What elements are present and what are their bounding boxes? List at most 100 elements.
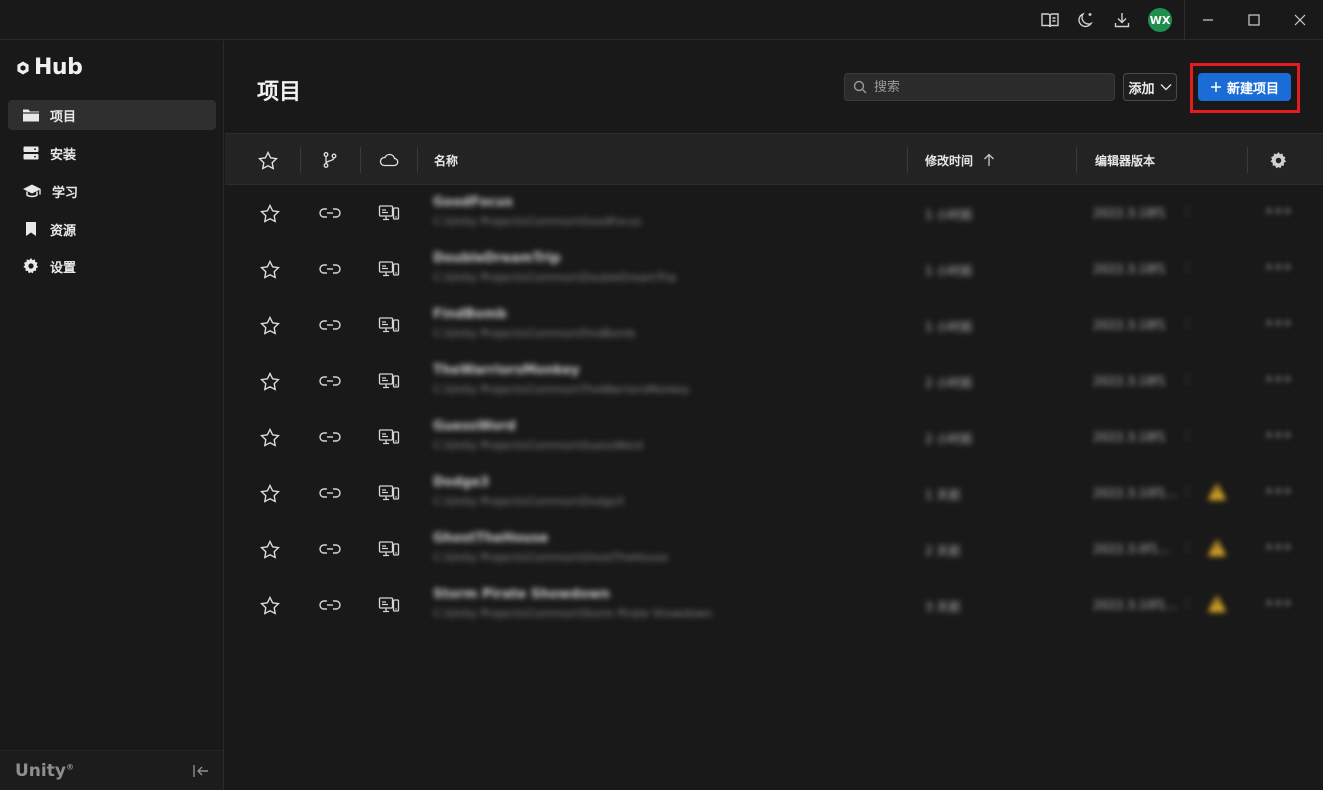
column-settings-icon[interactable] <box>1269 134 1288 186</box>
more-options-icon[interactable]: ••• <box>1265 596 1293 612</box>
add-button[interactable]: 添加 <box>1123 73 1177 101</box>
name-column-header[interactable]: 名称 <box>434 134 458 186</box>
project-name: GoodFocus <box>433 195 513 210</box>
close-icon[interactable] <box>1277 0 1323 40</box>
more-options-icon[interactable]: ••• <box>1265 260 1293 276</box>
table-row[interactable]: Storm Pirate Showdown C:\Unity Projects\… <box>225 578 1323 634</box>
unlinked-icon[interactable] <box>317 368 343 394</box>
collapse-sidebar-icon[interactable] <box>190 761 212 781</box>
favorite-star-icon[interactable] <box>257 368 283 394</box>
unlinked-icon[interactable] <box>317 480 343 506</box>
gear-icon <box>23 258 39 274</box>
editor-version[interactable]: 2022.3.18f1 <box>1093 262 1166 276</box>
table-row[interactable]: Dodge3 C:\Unity Projects\Common\Dodge3 1… <box>225 466 1323 522</box>
modified-time: 3 天前 <box>925 600 961 614</box>
column-divider <box>1076 147 1077 173</box>
editor-version-column-header[interactable]: 编辑器版本 <box>1095 134 1155 186</box>
unity-brand: Unity® <box>15 761 74 781</box>
unity-logo-icon <box>17 61 29 74</box>
unlinked-icon[interactable] <box>317 592 343 618</box>
platform-icon <box>376 424 402 450</box>
sidebar-item-installs[interactable]: 安装 <box>8 138 216 168</box>
project-path: C:\Unity Projects\Common\GhostTheHouse <box>433 551 669 564</box>
version-dropdown-icon[interactable]: ⋮ <box>1181 316 1193 330</box>
favorite-star-icon[interactable] <box>257 256 283 282</box>
user-avatar[interactable]: WX <box>1148 8 1172 32</box>
table-row[interactable]: GuessWord C:\Unity Projects\Common\Guess… <box>225 410 1323 466</box>
editor-version[interactable]: 2022.3.18f1 <box>1093 374 1166 388</box>
cloud-column-header[interactable] <box>379 134 399 186</box>
sidebar-item-label: 设置 <box>50 260 77 276</box>
search-icon <box>853 80 867 94</box>
download-icon[interactable] <box>1110 8 1134 32</box>
unlinked-icon[interactable] <box>317 200 343 226</box>
table-row[interactable]: FindBomb C:\Unity Projects\Common\FindBo… <box>225 298 1323 354</box>
more-options-icon[interactable]: ••• <box>1265 204 1293 220</box>
more-options-icon[interactable]: ••• <box>1265 540 1293 556</box>
column-divider <box>1247 147 1248 173</box>
table-row[interactable]: DoubleDreamTrip C:\Unity Projects\Common… <box>225 242 1323 298</box>
gear-icon <box>1270 151 1287 168</box>
sidebar-item-projects[interactable]: 项目 <box>8 100 216 130</box>
more-options-icon[interactable]: ••• <box>1265 428 1293 444</box>
logo-text: Hub <box>34 55 83 80</box>
favorite-star-icon[interactable] <box>257 312 283 338</box>
editor-version[interactable]: 2022.3.10f1... <box>1093 486 1177 500</box>
version-dropdown-icon[interactable]: ⋮ <box>1181 484 1193 498</box>
version-dropdown-icon[interactable]: ⋮ <box>1181 204 1193 218</box>
version-dropdown-icon[interactable]: ⋮ <box>1181 372 1193 386</box>
cloud-icon <box>379 153 399 167</box>
column-divider <box>360 147 361 173</box>
favorite-star-icon[interactable] <box>257 200 283 226</box>
favorite-star-icon[interactable] <box>257 592 283 618</box>
version-dropdown-icon[interactable]: ⋮ <box>1181 428 1193 442</box>
page-title: 项目 <box>257 80 302 105</box>
more-options-icon[interactable]: ••• <box>1265 372 1293 388</box>
platform-icon <box>376 480 402 506</box>
maximize-icon[interactable] <box>1231 0 1277 40</box>
sidebar-item-settings[interactable]: 设置 <box>8 251 216 281</box>
unlinked-icon[interactable] <box>317 424 343 450</box>
modified-time: 2 小时前 <box>925 376 973 390</box>
table-row[interactable]: GoodFocus C:\Unity Projects\Common\GoodF… <box>225 186 1323 242</box>
favorite-star-icon[interactable] <box>257 480 283 506</box>
favorite-star-icon[interactable] <box>257 536 283 562</box>
more-options-icon[interactable]: ••• <box>1265 484 1293 500</box>
table-row[interactable]: TheWarriorsMonkey C:\Unity Projects\Comm… <box>225 354 1323 410</box>
editor-version[interactable]: 2022.3.10f1... <box>1093 598 1177 612</box>
unlinked-icon[interactable] <box>317 256 343 282</box>
hub-logo: Hub <box>16 55 83 80</box>
project-name: GuessWord <box>433 419 516 434</box>
moon-icon[interactable] <box>1074 8 1098 32</box>
project-name: Storm Pirate Showdown <box>433 587 610 602</box>
new-project-button[interactable]: 新建项目 <box>1198 73 1291 101</box>
platform-icon <box>376 368 402 394</box>
favorite-star-icon[interactable] <box>257 424 283 450</box>
editor-version[interactable]: 2022.3.18f1 <box>1093 318 1166 332</box>
more-options-icon[interactable]: ••• <box>1265 316 1293 332</box>
editor-version[interactable]: 2022.3.18f1 <box>1093 206 1166 220</box>
editor-version[interactable]: 2022.3.18f1 <box>1093 430 1166 444</box>
branch-column-header[interactable] <box>321 134 339 186</box>
search-input[interactable] <box>874 79 1094 95</box>
version-dropdown-icon[interactable]: ⋮ <box>1181 260 1193 274</box>
unlinked-icon[interactable] <box>317 536 343 562</box>
book-icon[interactable] <box>1038 8 1062 32</box>
version-dropdown-icon[interactable]: ⋮ <box>1181 540 1193 554</box>
warning-icon <box>1207 482 1227 502</box>
search-box[interactable] <box>844 73 1115 101</box>
modified-column-header[interactable]: 修改时间 <box>925 134 995 186</box>
sidebar-item-resources[interactable]: 资源 <box>8 214 216 244</box>
version-dropdown-icon[interactable]: ⋮ <box>1181 596 1193 610</box>
table-header: 名称 修改时间 编辑器版本 <box>225 133 1323 185</box>
minimize-icon[interactable] <box>1185 0 1231 40</box>
table-row[interactable]: GhostTheHouse C:\Unity Projects\Common\G… <box>225 522 1323 578</box>
favorite-column-header[interactable] <box>258 134 278 186</box>
git-branch-icon <box>323 152 337 168</box>
unlinked-icon[interactable] <box>317 312 343 338</box>
sidebar-item-learn[interactable]: 学习 <box>8 176 216 206</box>
editor-version[interactable]: 2022.3.0f1... <box>1093 542 1170 556</box>
graduation-cap-icon <box>23 184 41 198</box>
main-panel: 项目 添加 新建项目 名称 修改时间 编辑器版本 <box>225 41 1323 790</box>
project-path: C:\Unity Projects\Common\GoodFocus <box>433 215 642 228</box>
